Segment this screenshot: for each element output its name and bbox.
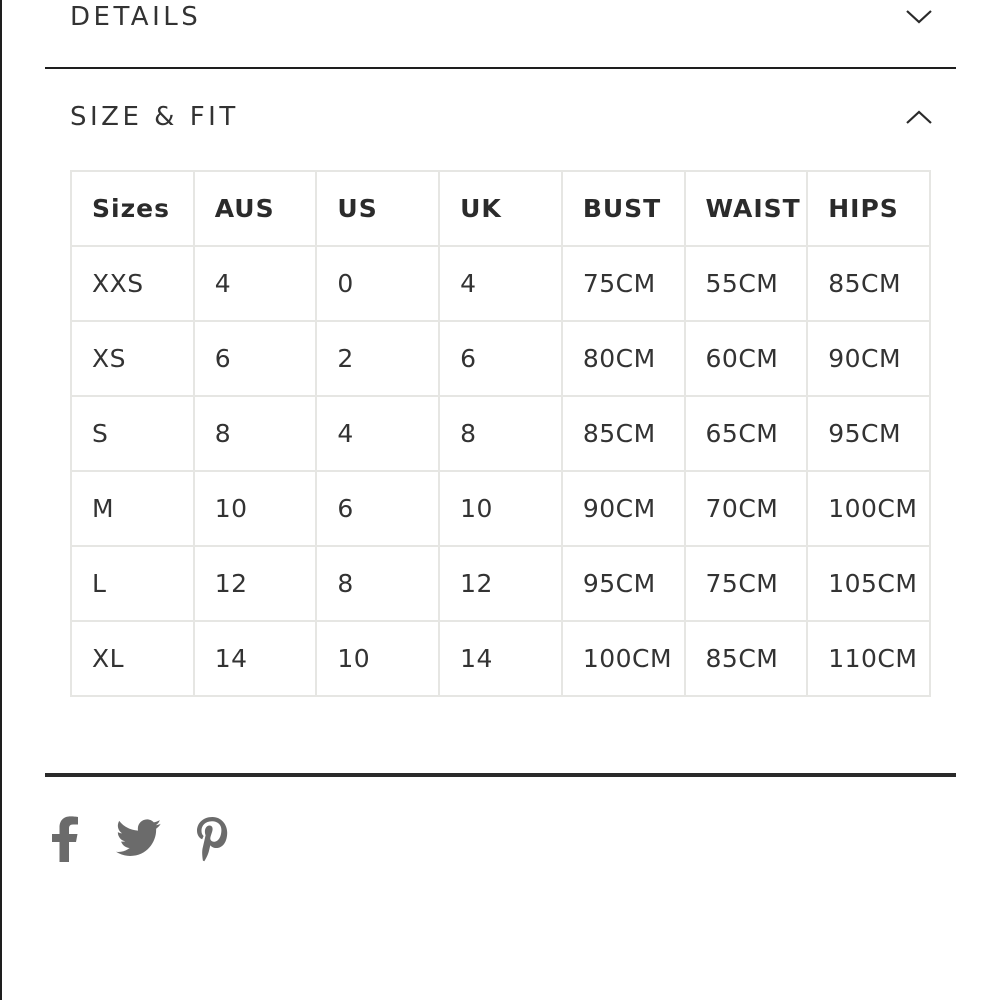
table-cell: 100CM (806, 470, 931, 547)
details-accordion-toggle[interactable]: DETAILS (45, 0, 956, 36)
table-cell: 6 (192, 320, 318, 397)
twitter-share-link[interactable] (116, 819, 162, 859)
details-heading: DETAILS (70, 2, 202, 32)
social-share-bar (50, 815, 230, 863)
table-cell: 100CM (560, 620, 686, 697)
table-cell: 85CM (560, 395, 686, 472)
table-cell: 75CM (683, 545, 809, 622)
table-cell: 65CM (683, 395, 809, 472)
column-header-aus: AUS (192, 170, 318, 247)
table-row: XXS 4 0 4 75CM 55CM 85CM (70, 245, 931, 322)
table-cell: 10 (315, 620, 441, 697)
column-header-hips: HIPS (806, 170, 931, 247)
table-cell: XL (70, 620, 195, 697)
section-divider-thick (45, 773, 956, 777)
column-header-us: US (315, 170, 441, 247)
table-cell: 12 (192, 545, 318, 622)
twitter-icon (116, 819, 162, 856)
table-cell: 85CM (683, 620, 809, 697)
page-left-edge (0, 0, 2, 1000)
table-row: XS 6 2 6 80CM 60CM 90CM (70, 320, 931, 397)
size-chart-table: Sizes AUS US UK BUST WAIST HIPS XXS 4 0 … (70, 170, 931, 697)
size-fit-heading: SIZE & FIT (70, 102, 239, 132)
table-cell: XXS (70, 245, 195, 322)
table-cell: 95CM (806, 395, 931, 472)
table-row: M 10 6 10 90CM 70CM 100CM (70, 470, 931, 547)
table-cell: 80CM (560, 320, 686, 397)
table-cell: 105CM (806, 545, 931, 622)
table-cell: XS (70, 320, 195, 397)
column-header-uk: UK (438, 170, 563, 247)
facebook-icon (52, 816, 78, 862)
table-cell: 85CM (806, 245, 931, 322)
column-header-bust: BUST (560, 170, 686, 247)
section-divider (45, 67, 956, 69)
table-cell: M (70, 470, 195, 547)
table-cell: 75CM (560, 245, 686, 322)
table-cell: 8 (192, 395, 318, 472)
chevron-down-icon (906, 10, 932, 24)
table-row: S 8 4 8 85CM 65CM 95CM (70, 395, 931, 472)
table-cell: 70CM (683, 470, 809, 547)
table-cell: 2 (315, 320, 441, 397)
table-header-row: Sizes AUS US UK BUST WAIST HIPS (70, 170, 931, 247)
table-cell: S (70, 395, 195, 472)
facebook-share-link[interactable] (50, 815, 80, 863)
table-cell: 60CM (683, 320, 809, 397)
table-cell: 90CM (560, 470, 686, 547)
table-cell: 4 (192, 245, 318, 322)
column-header-sizes: Sizes (70, 170, 195, 247)
table-cell: 8 (315, 545, 441, 622)
table-cell: 90CM (806, 320, 931, 397)
table-cell: L (70, 545, 195, 622)
table-cell: 10 (192, 470, 318, 547)
table-cell: 95CM (560, 545, 686, 622)
table-cell: 4 (438, 245, 563, 322)
pinterest-icon (197, 817, 228, 862)
pinterest-share-link[interactable] (194, 815, 230, 863)
table-row: XL 14 10 14 100CM 85CM 110CM (70, 620, 931, 697)
table-cell: 14 (192, 620, 318, 697)
table-cell: 14 (438, 620, 563, 697)
table-cell: 4 (315, 395, 441, 472)
table-cell: 55CM (683, 245, 809, 322)
table-cell: 12 (438, 545, 563, 622)
table-cell: 110CM (806, 620, 931, 697)
column-header-waist: WAIST (683, 170, 809, 247)
table-cell: 6 (315, 470, 441, 547)
table-cell: 8 (438, 395, 563, 472)
chevron-up-icon (906, 110, 932, 124)
size-fit-accordion-toggle[interactable]: SIZE & FIT (45, 96, 956, 138)
table-cell: 0 (315, 245, 441, 322)
table-row: L 12 8 12 95CM 75CM 105CM (70, 545, 931, 622)
table-cell: 10 (438, 470, 563, 547)
table-cell: 6 (438, 320, 563, 397)
